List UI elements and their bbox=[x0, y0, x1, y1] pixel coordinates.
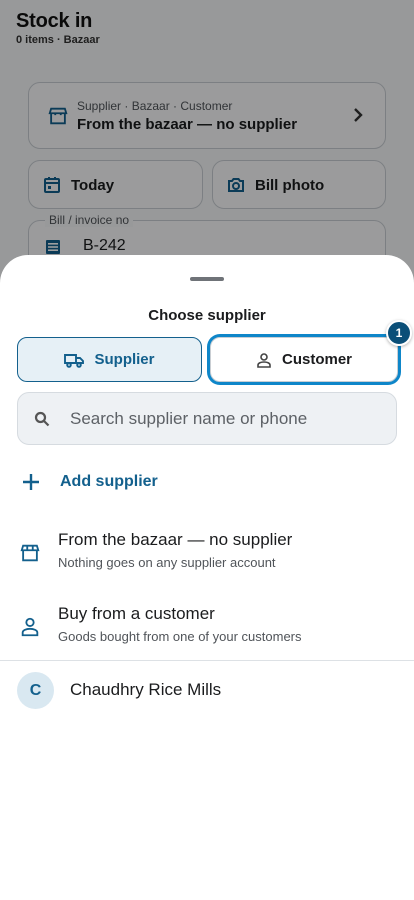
option-buy-from-customer[interactable]: Buy from a customer Goods bought from on… bbox=[0, 602, 414, 658]
list-item-supplier[interactable]: C Chaudhry Rice Mills bbox=[0, 671, 414, 711]
tab-customer[interactable]: Customer bbox=[210, 337, 398, 382]
add-supplier-button[interactable]: Add supplier bbox=[17, 467, 397, 497]
choose-supplier-sheet: Choose supplier Supplier Customer 1 Add … bbox=[0, 255, 414, 900]
add-supplier-label: Add supplier bbox=[60, 473, 158, 490]
option-bazaar-no-supplier[interactable]: From the bazaar — no supplier Nothing go… bbox=[0, 528, 414, 584]
person-icon bbox=[257, 352, 271, 368]
person-icon bbox=[21, 617, 39, 637]
sheet-drag-handle[interactable] bbox=[190, 277, 224, 281]
truck-icon bbox=[64, 353, 85, 368]
option-customer-subtitle: Goods bought from one of your customers bbox=[58, 629, 302, 644]
tab-supplier[interactable]: Supplier bbox=[17, 337, 202, 382]
option-bazaar-title: From the bazaar — no supplier bbox=[58, 530, 293, 549]
supplier-search-input[interactable] bbox=[70, 393, 390, 444]
option-customer-title: Buy from a customer bbox=[58, 604, 215, 623]
supplier-search-box[interactable] bbox=[17, 392, 397, 445]
option-bazaar-subtitle: Nothing goes on any supplier account bbox=[58, 555, 276, 570]
supplier-name: Chaudhry Rice Mills bbox=[70, 680, 222, 699]
avatar: C bbox=[17, 672, 54, 709]
tab-customer-label: Customer bbox=[281, 351, 352, 368]
step-badge: 1 bbox=[386, 320, 412, 346]
plus-icon bbox=[23, 474, 39, 490]
tab-supplier-label: Supplier bbox=[94, 351, 155, 368]
store-icon bbox=[20, 544, 40, 562]
list-divider bbox=[0, 660, 414, 661]
sheet-title: Choose supplier bbox=[148, 307, 266, 324]
search-icon bbox=[34, 411, 50, 427]
